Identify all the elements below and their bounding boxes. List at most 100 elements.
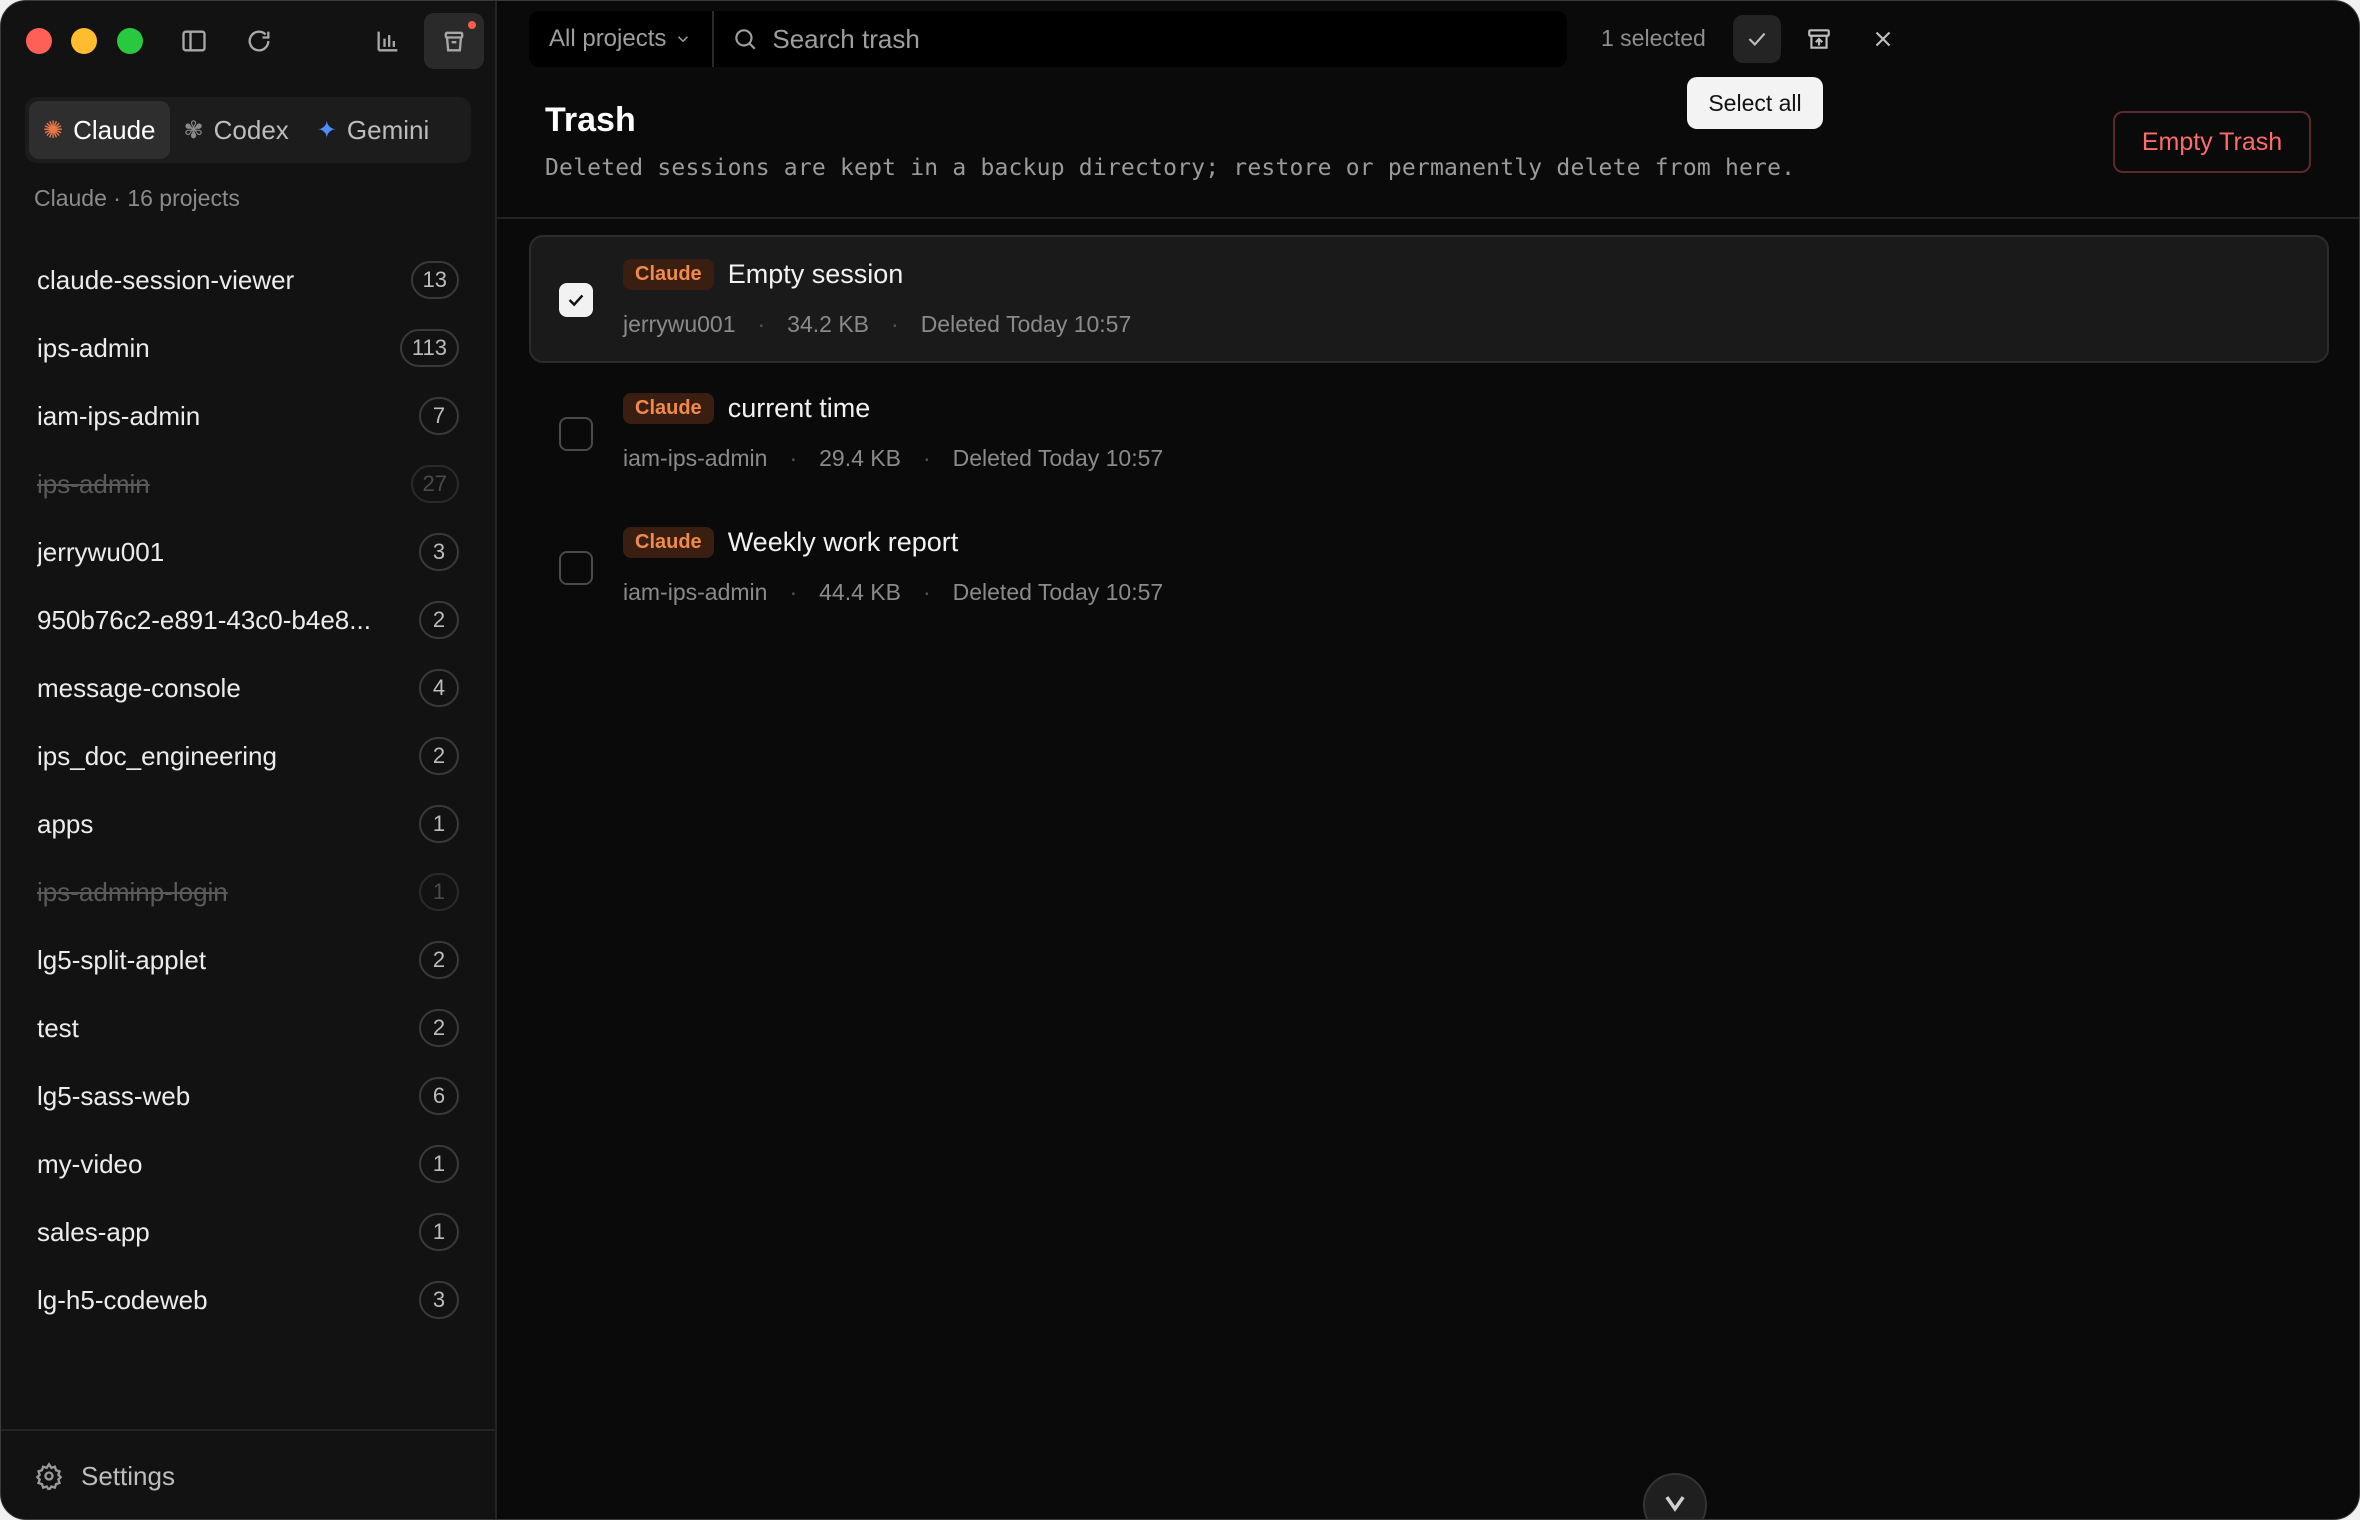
gear-icon [35,1462,63,1490]
selected-count: 1 selected [1601,25,1706,51]
session-checkbox[interactable] [559,417,593,451]
session-size: 29.4 KB [819,445,901,471]
session-title-row: Claude Weekly work report [623,527,958,558]
select-all-button[interactable] [1733,15,1781,63]
session-list: Claude Empty session jerrywu001 · 34.2 KB · De… [529,235,2329,637]
session-meta: iam-ips-admin · 29.4 KB · Deleted Today 10:5… [623,445,1163,472]
provider-badge: Claude [623,527,714,558]
sidebar-project-item[interactable]: sales-app 1 [1,1198,495,1266]
project-count-subtitle: Claude · 16 projects [34,185,240,211]
minimize-window-button[interactable] [71,28,97,54]
page-title: Trash [545,101,636,139]
sidebar-project-item[interactable]: ips-admin 113 [1,314,495,382]
claude-sparkle-icon: ✺ [43,116,64,144]
sidebar-project-item[interactable]: ips_doc_engineering 2 [1,722,495,790]
check-icon [1748,32,1766,46]
tab-codex-label: Codex [213,114,289,145]
trash-session-row[interactable]: Claude Weekly work report iam-ips-admin · 44… [529,503,2329,631]
session-title-row: Claude Empty session [623,259,903,290]
sidebar-project-item[interactable]: 950b76c2-e891-43c0-b4e8... 2 [1,586,495,654]
trash-icon[interactable] [424,13,484,69]
close-window-button[interactable] [26,28,52,54]
project-session-count: 3 [419,1281,459,1319]
project-session-count: 4 [419,669,459,707]
sidebar-project-item[interactable]: jerrywu001 3 [1,518,495,586]
session-deleted-time: Deleted Today 10:57 [952,445,1164,471]
sidebar-project-item[interactable]: message-console 4 [1,654,495,722]
session-deleted-time: Deleted Today 10:57 [952,579,1164,605]
session-project: iam-ips-admin [623,579,768,605]
scroll-down-button[interactable] [1643,1473,1707,1519]
settings-button[interactable]: Settings [1,1429,495,1519]
project-name: jerrywu001 [37,536,165,567]
openai-icon: ✾ [183,116,204,144]
restore-button[interactable] [1795,15,1843,63]
sidebar-project-item[interactable]: my-video 1 [1,1130,495,1198]
app-window: ✺ Claude ✾ Codex ✦ Gemini Claude · 16 pr… [0,0,2360,1520]
session-meta: iam-ips-admin · 44.4 KB · Deleted Today 10:5… [623,579,1163,606]
session-title-row: Claude current time [623,393,870,424]
session-title: current time [727,393,871,423]
header-divider [497,217,2359,219]
project-session-count: 2 [419,601,459,639]
session-project: jerrywu001 [623,311,736,337]
empty-trash-button[interactable]: Empty Trash [2113,111,2311,173]
project-scope-dropdown[interactable]: All projects [529,11,715,67]
session-checkbox[interactable] [559,283,593,317]
sidebar-project-item[interactable]: claude-session-viewer 13 [1,246,495,314]
trash-session-row[interactable]: Claude current time iam-ips-admin · 29.4 KB ·… [529,369,2329,497]
meta-separator: · [757,311,766,337]
session-size: 44.4 KB [819,579,901,605]
project-name: ips-admin [37,332,150,363]
session-deleted-time: Deleted Today 10:57 [920,311,1132,337]
project-session-count: 113 [399,329,459,367]
project-session-count: 1 [419,805,459,843]
tab-gemini[interactable]: ✦ Gemini [303,101,443,159]
search-bar: All projects [529,11,1567,67]
sidebar-project-item[interactable]: lg5-split-applet 2 [1,926,495,994]
project-name: apps [37,808,94,839]
page-description: Deleted sessions are kept in a backup di… [545,155,1796,181]
tab-codex[interactable]: ✾ Codex [170,101,303,159]
sidebar-project-item[interactable]: test 2 [1,994,495,1062]
meta-separator: · [891,311,899,337]
project-name: ips-adminp-login [37,876,228,907]
maximize-window-button[interactable] [117,28,143,54]
sidebar: ✺ Claude ✾ Codex ✦ Gemini Claude · 16 pr… [1,1,497,1519]
provider-badge: Claude [623,259,714,290]
project-session-count: 2 [419,941,459,979]
sidebar-project-item[interactable]: iam-ips-admin 7 [1,382,495,450]
project-name: ips-admin [37,468,150,499]
session-title: Empty session [727,259,904,289]
tab-claude-label: Claude [73,114,156,145]
project-session-count: 2 [419,1009,459,1047]
stats-chart-icon[interactable] [366,19,410,63]
sidebar-project-item[interactable]: lg5-sass-web 6 [1,1062,495,1130]
meta-separator: · [789,445,798,471]
close-icon [1875,31,1891,47]
meta-separator: · [789,579,798,605]
sidebar-project-item[interactable]: ips-adminp-login 1 [1,858,495,926]
project-name: lg5-split-applet [37,944,207,975]
project-session-count: 1 [419,1145,459,1183]
clear-selection-button[interactable] [1859,15,1907,63]
sidebar-project-item[interactable]: lg-h5-codeweb 3 [1,1266,495,1334]
project-session-count: 1 [419,873,459,911]
search-input[interactable] [770,22,1275,56]
chevron-down-icon [678,36,689,43]
session-checkbox[interactable] [559,551,593,585]
sidebar-project-item[interactable]: apps 1 [1,790,495,858]
project-name: my-video [37,1148,143,1179]
sidebar-project-item[interactable]: ips-admin 27 [1,450,495,518]
project-name: sales-app [37,1216,150,1247]
meta-separator: · [922,445,931,471]
refresh-icon[interactable] [237,19,281,63]
archive-restore-icon [1808,29,1830,49]
tab-claude[interactable]: ✺ Claude [29,101,170,159]
project-session-count: 13 [410,261,459,299]
project-session-count: 1 [419,1213,459,1251]
trash-session-row[interactable]: Claude Empty session jerrywu001 · 34.2 KB · De… [529,235,2329,363]
project-name: claude-session-viewer [37,264,295,295]
project-session-count: 27 [410,465,459,503]
toggle-sidebar-icon[interactable] [172,19,216,63]
